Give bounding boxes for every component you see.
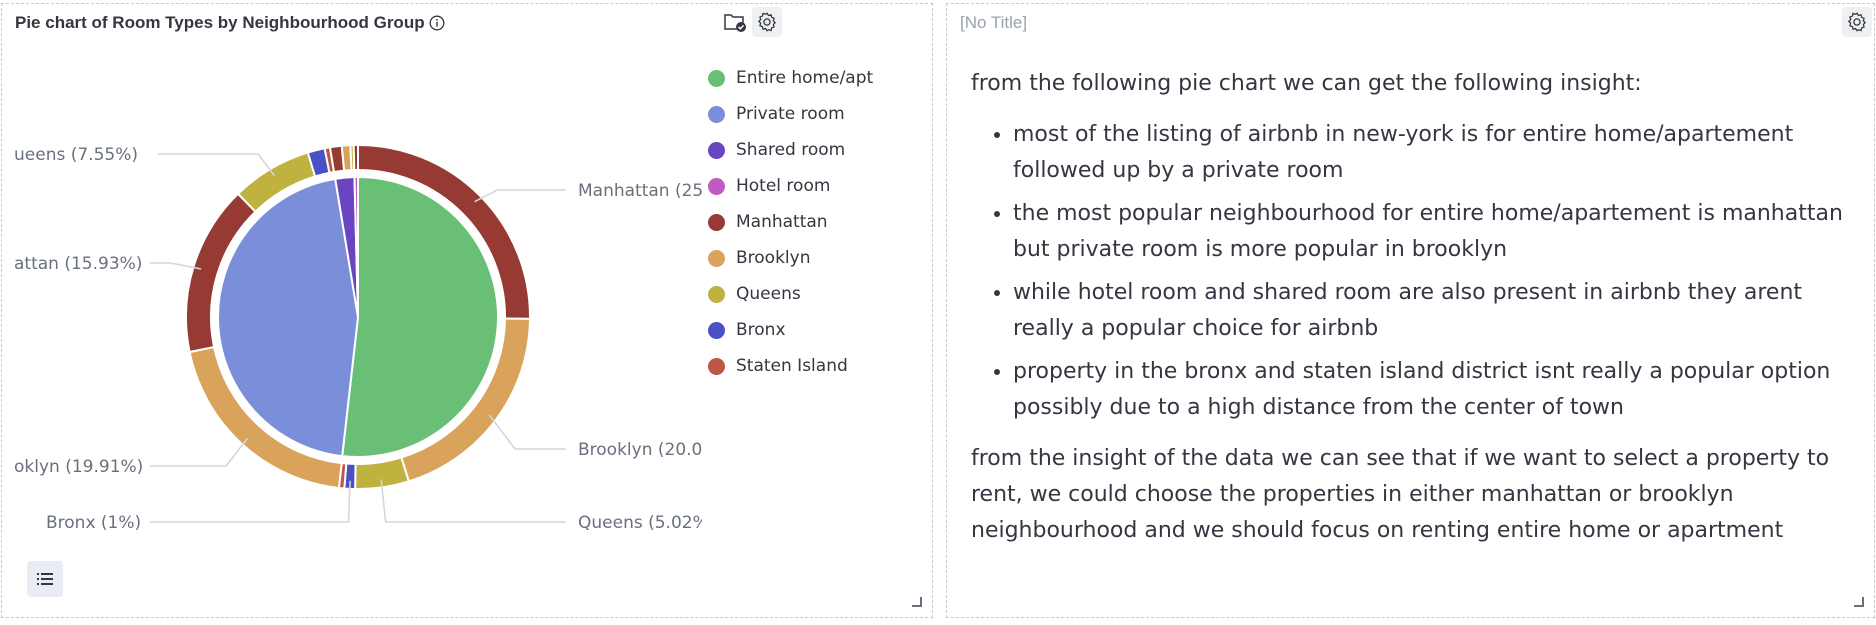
chart-legend: Entire home/apt Private room Shared room Ho… [708, 60, 873, 384]
leader-line [380, 479, 566, 523]
slice-label: Manhattan (25 [578, 181, 702, 201]
ring-slice[interactable] [352, 143, 359, 172]
intro-text: from the following pie chart we can get … [971, 71, 1642, 96]
legend-label: Queens [736, 284, 801, 304]
legend-item[interactable]: Hotel room [708, 168, 873, 204]
legend-item[interactable]: Shared room [708, 132, 873, 168]
legend-label: Bronx [736, 320, 786, 340]
legend-label: Manhattan [736, 212, 828, 232]
list-item: while hotel room and shared room are als… [1013, 275, 1861, 347]
legend-swatch [708, 285, 725, 303]
legend-swatch [708, 321, 725, 339]
legend-item[interactable]: Entire home/apt [708, 60, 873, 96]
gear-icon[interactable] [1842, 7, 1872, 37]
legend-label: Hotel room [736, 176, 831, 196]
list-icon[interactable] [27, 561, 63, 597]
slice-label: oklyn (19.91%) [14, 457, 143, 477]
list-item: property in the bronx and staten island … [1013, 354, 1861, 426]
leader-line [158, 153, 276, 177]
list-item: the most popular neighbourhood for entir… [1013, 196, 1861, 268]
legend-item[interactable]: Private room [708, 96, 873, 132]
slice-label: Queens (5.02% [578, 513, 702, 533]
slice-label: attan (15.93%) [14, 254, 142, 274]
slice-label: Bronx (1%) [46, 513, 141, 533]
legend-label: Private room [736, 104, 845, 124]
legend-swatch [708, 213, 725, 231]
legend-item[interactable]: Bronx [708, 312, 873, 348]
resize-icon[interactable] [1854, 597, 1864, 607]
legend-label: Shared room [736, 140, 846, 160]
legend-item[interactable]: Queens [708, 276, 873, 312]
folder-check-icon[interactable] [720, 7, 750, 37]
leader-line [150, 480, 351, 523]
gear-icon[interactable] [752, 7, 782, 37]
leader-line [488, 414, 566, 450]
legend-swatch [708, 69, 725, 87]
pie-chart: ueens (7.55%) attan (15.93%) oklyn (19.91%… [14, 143, 702, 533]
list-item: most of the listing of airbnb in new-yor… [1013, 117, 1861, 189]
slice-label: Brooklyn (20.0 [578, 440, 702, 460]
conclusion-text: from the insight of the data we can see … [971, 446, 1830, 543]
legend-swatch [708, 249, 725, 267]
legend-label: Brooklyn [736, 248, 811, 268]
resize-icon[interactable] [912, 597, 922, 607]
slice-label: ueens (7.55%) [14, 145, 138, 165]
markdown-panel: [No Title] from the following pie chart … [946, 3, 1875, 618]
legend-item[interactable]: Manhattan [708, 204, 873, 240]
legend-swatch [708, 177, 725, 195]
legend-item[interactable]: Staten Island [708, 348, 873, 384]
legend-swatch [708, 357, 725, 375]
leader-line [474, 189, 566, 203]
leader-line [150, 437, 249, 467]
markdown-content: from the following pie chart we can get … [971, 66, 1861, 549]
legend-swatch [708, 141, 725, 159]
insight-list: most of the listing of airbnb in new-yor… [971, 117, 1861, 426]
panel-title: [No Title] [960, 13, 1028, 32]
legend-swatch [708, 105, 725, 123]
legend-item[interactable]: Brooklyn [708, 240, 873, 276]
legend-label: Staten Island [736, 356, 848, 376]
pie-chart-panel: Pie chart of Room Types by Neighbourhood… [1, 3, 933, 618]
legend-label: Entire home/apt [736, 68, 874, 88]
